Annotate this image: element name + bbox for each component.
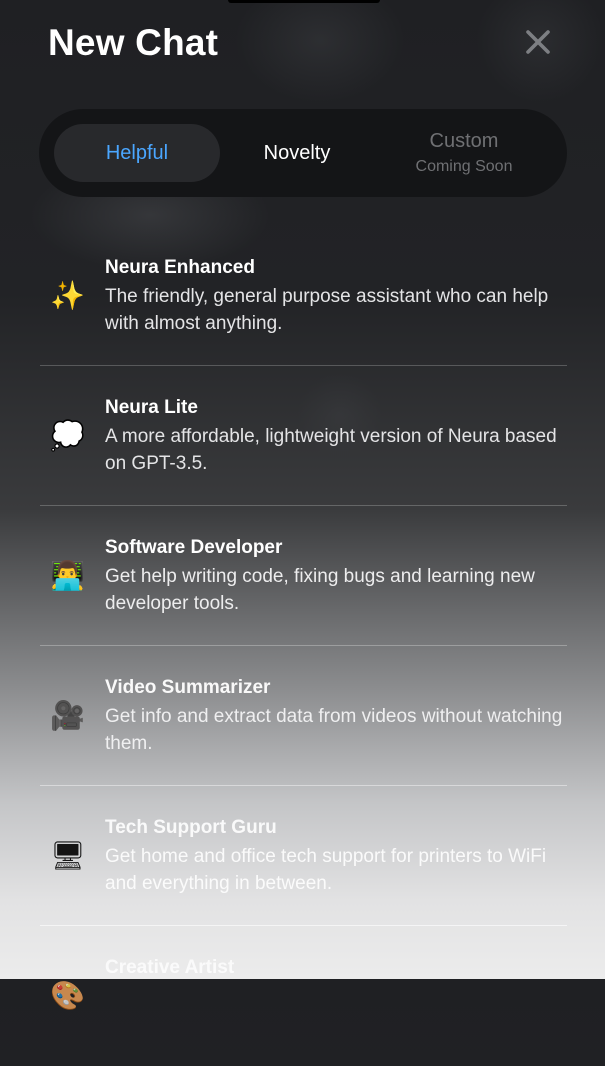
assistant-description: Get home and office tech support for pri… <box>105 846 547 894</box>
tab-custom: Custom Coming Soon <box>381 124 547 182</box>
technologist-icon: 👨‍💻 <box>50 560 85 591</box>
category-tabs: Helpful Novelty Custom Coming Soon <box>39 109 567 197</box>
tab-label: Novelty <box>263 141 331 164</box>
tab-label: Helpful <box>105 141 169 164</box>
tab-label: Custom <box>429 130 499 152</box>
close-button[interactable] <box>520 24 556 60</box>
assistant-name: Neura Enhanced <box>105 257 255 278</box>
assistant-item[interactable]: 🖥 Tech Support Guru Get home and office te… <box>0 786 605 926</box>
sparkles-icon: ✨ <box>50 280 85 311</box>
tab-helpful[interactable]: Helpful <box>54 124 220 182</box>
assistant-name: Creative Artist <box>105 957 235 978</box>
assistant-description: A more affordable, lightweight version o… <box>105 426 557 474</box>
thought-bubble-icon: 💭 <box>50 420 85 451</box>
assistant-description: Get info and extract data from videos wi… <box>105 706 563 754</box>
assistant-list: ✨ Neura Enhanced The friendly, general pur… <box>0 226 605 1066</box>
tab-novelty[interactable]: Novelty <box>214 124 380 182</box>
assistant-name: Video Summarizer <box>105 677 271 698</box>
assistant-item[interactable]: 👨‍💻 Software Developer Get help writing co… <box>0 506 605 646</box>
palette-icon: 🎨 <box>50 980 85 1011</box>
assistant-name: Software Developer <box>105 537 283 558</box>
movie-camera-icon: 🎥 <box>50 700 85 731</box>
assistant-description: Get help writing code, fixing bugs and l… <box>105 566 535 614</box>
assistant-item[interactable]: 💭 Neura Lite A more affordable, lightweigh… <box>0 366 605 506</box>
assistant-name: Neura Lite <box>105 397 198 418</box>
header: New Chat <box>0 0 605 90</box>
assistant-item[interactable]: 🎥 Video Summarizer Get info and extract da… <box>0 646 605 786</box>
desktop-computer-icon: 🖥 <box>50 840 86 871</box>
assistant-item[interactable]: ✨ Neura Enhanced The friendly, general pur… <box>0 226 605 366</box>
assistant-name: Tech Support Guru <box>105 817 277 838</box>
assistant-description: The friendly, general purpose assistant … <box>105 286 549 334</box>
close-icon <box>526 30 550 54</box>
assistant-item[interactable]: 🎨 Creative Artist <box>0 926 605 1066</box>
page-title: New Chat <box>48 22 219 63</box>
coming-soon-label: Coming Soon <box>415 158 513 175</box>
